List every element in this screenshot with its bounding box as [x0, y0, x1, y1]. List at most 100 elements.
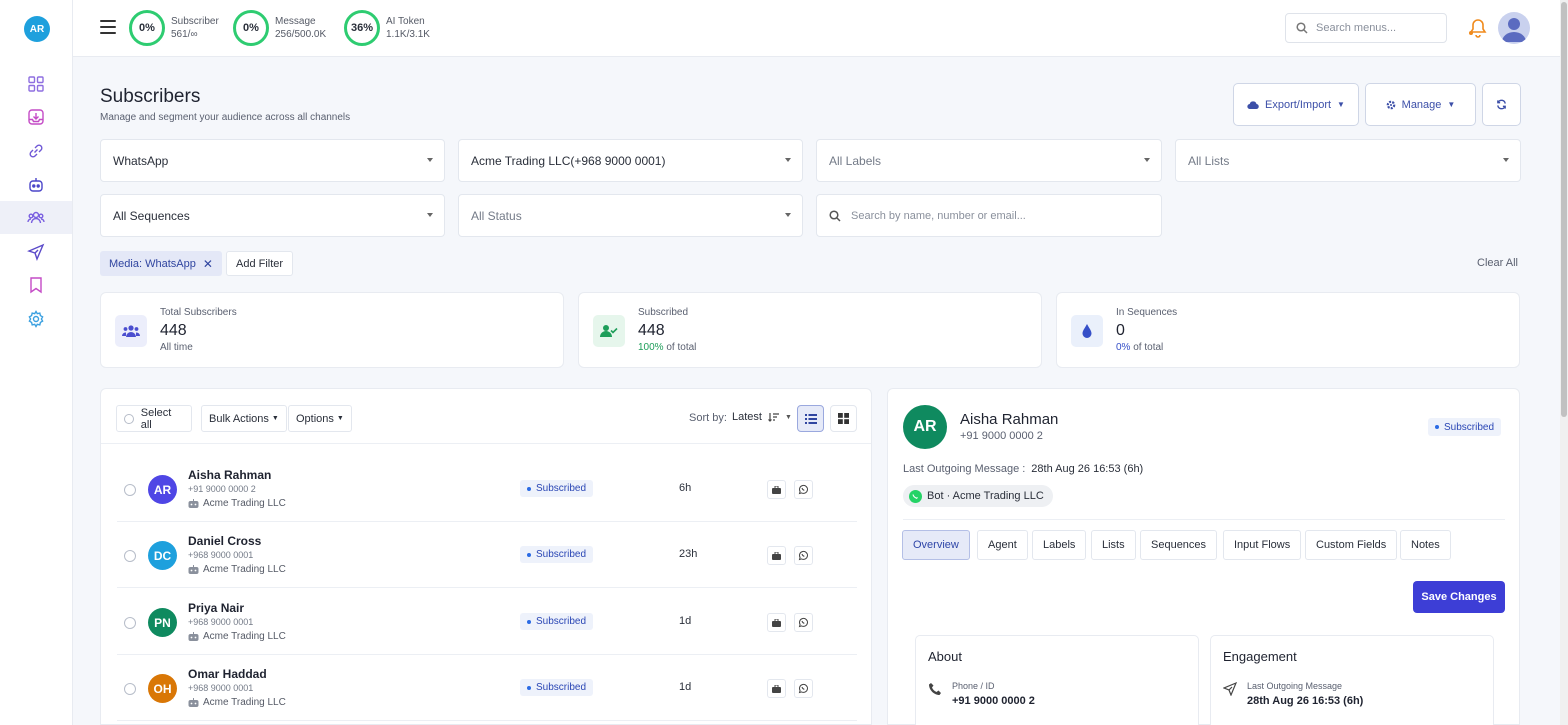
- stat-sub: All time: [160, 342, 193, 353]
- bulk-actions-button[interactable]: Bulk Actions ▼: [201, 405, 287, 432]
- list-view-button[interactable]: [797, 405, 824, 432]
- subscriber-name[interactable]: Priya Nair: [188, 601, 244, 615]
- stat-sub: 0% of total: [1116, 342, 1163, 353]
- sidebar-item-bookmarks[interactable]: [0, 268, 72, 301]
- whatsapp-icon: [909, 489, 922, 503]
- assign-agent-button[interactable]: [767, 480, 786, 499]
- assign-agent-button[interactable]: [767, 679, 786, 698]
- caret-down-icon: [785, 158, 791, 162]
- table-row[interactable]: DC Daniel Cross +968 9000 0001 Acme Trad…: [117, 522, 857, 588]
- menu-toggle-icon[interactable]: [100, 20, 116, 34]
- row-select-radio[interactable]: [124, 617, 136, 629]
- grid-view-button[interactable]: [830, 405, 857, 432]
- whatsapp-icon: [798, 683, 808, 694]
- quota-value: 256/500.0K: [275, 29, 327, 40]
- sidebar-item-inbox[interactable]: [0, 100, 72, 133]
- menu-search-input[interactable]: [1316, 22, 1436, 34]
- save-changes-button[interactable]: Save Changes: [1413, 581, 1505, 613]
- filter-chip-media: Media: WhatsApp ✕: [100, 251, 222, 276]
- inbox-download-icon: [28, 108, 44, 125]
- tab-lists[interactable]: Lists: [1091, 530, 1136, 560]
- whatsapp-chat-button[interactable]: [794, 613, 813, 632]
- row-select-radio[interactable]: [124, 683, 136, 695]
- search-icon: [1296, 22, 1308, 34]
- table-row[interactable]: OH Omar Haddad +968 9000 0001 Acme Tradi…: [117, 655, 857, 721]
- sidebar-item-subscribers[interactable]: [0, 201, 72, 234]
- labels-select-value: All Labels: [829, 153, 882, 168]
- card-title: Engagement: [1223, 649, 1297, 664]
- account-select[interactable]: Acme Trading LLC(+968 9000 0001): [458, 139, 803, 182]
- sort-desc-icon: [768, 413, 779, 422]
- tab-agent[interactable]: Agent: [977, 530, 1028, 560]
- robot-icon: [29, 177, 43, 192]
- sidebar-item-dashboard[interactable]: [0, 67, 72, 100]
- refresh-button[interactable]: [1482, 83, 1521, 126]
- link-icon: [29, 143, 43, 158]
- subscriber-name[interactable]: Daniel Cross: [188, 534, 261, 548]
- table-row[interactable]: PN Priya Nair +968 9000 0001 Acme Tradin…: [117, 589, 857, 655]
- last-seen-time: 23h: [679, 548, 698, 560]
- clear-all-link[interactable]: Clear All: [1477, 257, 1518, 269]
- sidebar-item-broadcast[interactable]: [0, 235, 72, 268]
- avatar: PN: [148, 608, 177, 637]
- sidebar-item-settings[interactable]: [0, 302, 72, 335]
- row-select-radio[interactable]: [124, 550, 136, 562]
- stat-label: Subscribed: [638, 307, 689, 318]
- list-icon: [804, 413, 817, 424]
- options-button[interactable]: Options ▼: [288, 405, 352, 432]
- sort-dropdown[interactable]: Latest ▼: [732, 411, 792, 423]
- channel-select[interactable]: WhatsApp: [100, 139, 445, 182]
- caret-down-icon: [785, 213, 791, 217]
- subscriber-name[interactable]: Omar Haddad: [188, 667, 267, 681]
- status-badge-label: Subscribed: [536, 682, 587, 693]
- manage-button[interactable]: Manage ▼: [1365, 83, 1476, 126]
- sequences-select[interactable]: All Sequences: [100, 194, 445, 237]
- quota-label: Subscriber: [171, 16, 219, 27]
- select-all-button[interactable]: Select all: [116, 405, 192, 432]
- labels-select[interactable]: All Labels: [816, 139, 1162, 182]
- subscriber-search-input[interactable]: [851, 209, 1141, 222]
- whatsapp-chat-button[interactable]: [794, 679, 813, 698]
- row-select-radio[interactable]: [124, 484, 136, 496]
- brand-logo[interactable]: AR: [24, 16, 50, 42]
- assign-agent-button[interactable]: [767, 546, 786, 565]
- tab-notes[interactable]: Notes: [1400, 530, 1451, 560]
- user-avatar[interactable]: [1498, 12, 1530, 44]
- company-name: Acme Trading LLC: [203, 631, 286, 642]
- tab-custom-fields[interactable]: Custom Fields: [1305, 530, 1398, 560]
- stat-total-subscribers: Total Subscribers 448 All time: [100, 292, 564, 368]
- sidebar-item-bot[interactable]: [0, 168, 72, 201]
- last-outgoing-message: Last Outgoing Message : 28th Aug 26 16:53…: [903, 463, 1143, 475]
- last-seen-time: 1d: [679, 615, 692, 627]
- tab-sequences[interactable]: Sequences: [1140, 530, 1218, 560]
- stat-sub-text: All time: [160, 342, 193, 353]
- bot-icon: [188, 698, 199, 707]
- caret-down-icon: [427, 158, 433, 162]
- page-scrollbar[interactable]: [1560, 0, 1568, 725]
- sidebar-item-integrations[interactable]: [0, 134, 72, 167]
- status-select[interactable]: All Status: [458, 194, 803, 237]
- add-filter-button[interactable]: Add Filter: [226, 251, 294, 276]
- caret-down-icon: ▼: [784, 413, 792, 421]
- notification-bell-icon[interactable]: [1468, 17, 1488, 39]
- subscriber-list-panel: Select all Bulk Actions ▼ Options ▼ Sort b…: [100, 388, 872, 725]
- remove-filter-icon[interactable]: ✕: [203, 257, 213, 271]
- table-row[interactable]: AR Aisha Rahman +91 9000 0000 2 Acme Tra…: [117, 456, 857, 522]
- select-all-radio[interactable]: [124, 413, 134, 424]
- drop-icon: [1071, 315, 1103, 347]
- avatar: AR: [148, 475, 177, 504]
- avatar: OH: [148, 674, 177, 703]
- lists-select[interactable]: All Lists: [1175, 139, 1521, 182]
- assign-agent-button[interactable]: [767, 613, 786, 632]
- tab-overview[interactable]: Overview: [902, 530, 970, 560]
- export-import-button[interactable]: Export/Import ▼: [1233, 83, 1359, 126]
- tab-input-flows[interactable]: Input Flows: [1223, 530, 1302, 560]
- whatsapp-chat-button[interactable]: [794, 480, 813, 499]
- whatsapp-chat-button[interactable]: [794, 546, 813, 565]
- stat-in-sequences: In Sequences 0 0% of total: [1056, 292, 1520, 368]
- tab-labels[interactable]: Labels: [1032, 530, 1087, 560]
- status-select-value: All Status: [471, 208, 522, 223]
- select-all-label: Select all: [140, 406, 172, 431]
- quota-ring: 0%: [233, 10, 269, 46]
- subscriber-name[interactable]: Aisha Rahman: [188, 468, 271, 482]
